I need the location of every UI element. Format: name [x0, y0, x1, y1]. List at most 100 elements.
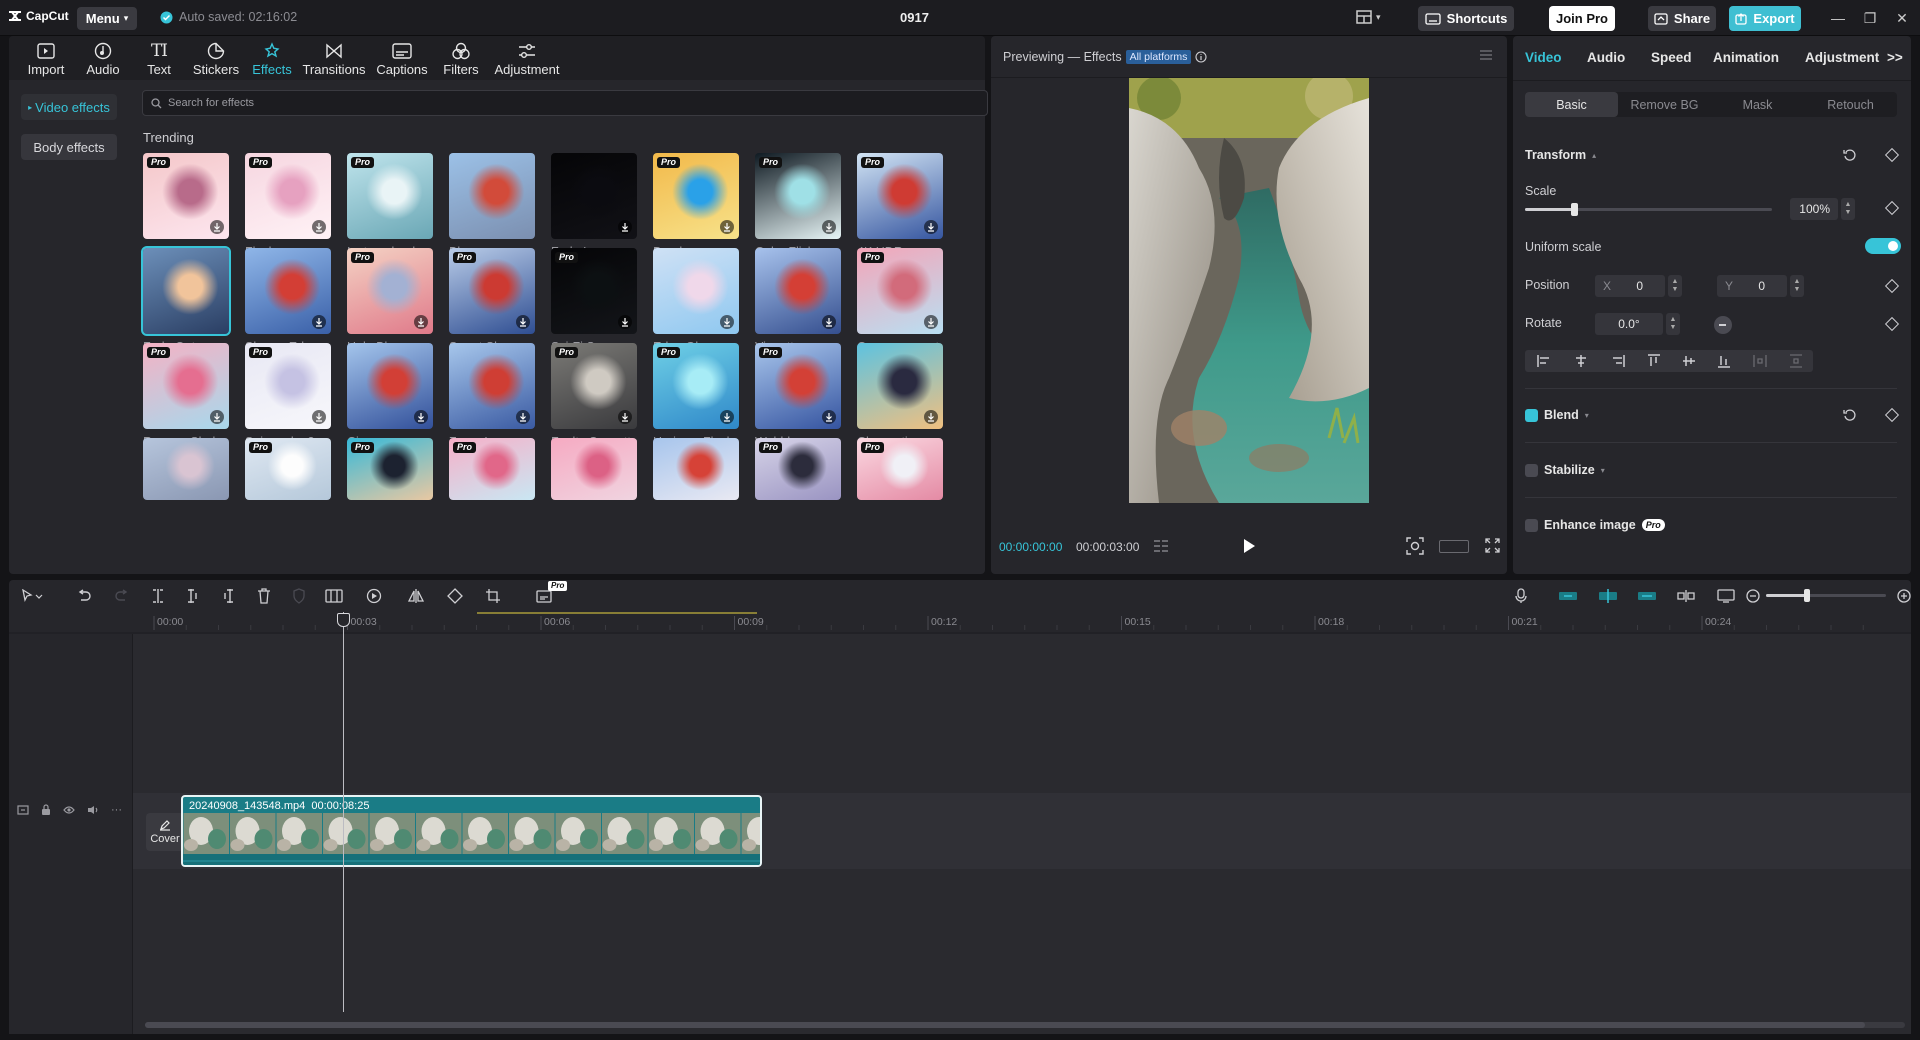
align-bottom-icon[interactable] [1717, 354, 1730, 368]
align-left-icon[interactable] [1536, 355, 1551, 367]
effect-card[interactable]: Zoom Lens [449, 343, 535, 449]
uniform-scale-toggle[interactable] [1865, 238, 1901, 254]
delete-icon[interactable] [255, 587, 273, 605]
align-top-icon[interactable] [1647, 354, 1660, 368]
preview-axis-icon[interactable] [1675, 587, 1697, 605]
effect-thumbnail[interactable]: Pro [755, 438, 841, 500]
download-icon[interactable] [924, 315, 938, 329]
effect-card[interactable]: Pro [755, 438, 841, 500]
effect-card[interactable]: ProFlash [245, 153, 331, 259]
download-icon[interactable] [720, 315, 734, 329]
blend-section[interactable]: Blend ▾ [1525, 408, 1589, 422]
effect-card[interactable]: Blur [449, 153, 535, 259]
fit-view-icon[interactable] [1406, 537, 1424, 555]
download-icon[interactable] [822, 410, 836, 424]
effect-thumbnail[interactable] [347, 343, 433, 429]
effect-thumbnail[interactable]: Pro [347, 153, 433, 239]
position-x-stepper[interactable]: ▲ ▼ [1668, 275, 1682, 297]
reset-icon[interactable] [1843, 148, 1857, 162]
aspect-ratio-button[interactable] [1439, 540, 1469, 553]
tab-adjustment[interactable]: Adjustment [1805, 50, 1879, 65]
effect-thumbnail[interactable]: Pro [347, 438, 433, 500]
subtab-remove-bg[interactable]: Remove BG [1618, 92, 1711, 117]
shield-icon[interactable] [290, 587, 308, 605]
effect-card[interactable]: ProColor Flicker [755, 153, 841, 259]
effect-thumbnail[interactable] [141, 246, 231, 336]
tool-text[interactable]: TI Text [133, 40, 185, 77]
effect-thumbnail[interactable] [551, 153, 637, 239]
tool-audio[interactable]: Audio [75, 40, 131, 77]
enhance-image-checkbox[interactable] [1525, 518, 1538, 532]
keyframe-icon[interactable] [1884, 278, 1900, 294]
download-icon[interactable] [210, 220, 224, 234]
effect-thumbnail[interactable]: Pro [245, 343, 331, 429]
effect-thumbnail[interactable] [653, 248, 739, 334]
download-icon[interactable] [822, 220, 836, 234]
effect-thumbnail[interactable]: Pro [653, 343, 739, 429]
tool-stickers[interactable]: Stickers [187, 40, 245, 77]
effect-card[interactable] [143, 438, 229, 500]
split-icon[interactable] [149, 587, 167, 605]
effect-thumbnail[interactable]: Pro [347, 248, 433, 334]
subtab-retouch[interactable]: Retouch [1804, 92, 1897, 117]
timeline-ruler[interactable] [9, 612, 1911, 634]
download-icon[interactable] [210, 410, 224, 424]
download-icon[interactable] [414, 315, 428, 329]
effect-card[interactable]: ProRepea...Shake [143, 343, 229, 449]
distribute-h-icon[interactable] [1752, 355, 1767, 367]
screen-icon[interactable] [1715, 587, 1737, 605]
sidebar-item-video-effects[interactable]: ▸ Video effects [21, 94, 117, 120]
distribute-v-icon[interactable] [1789, 354, 1802, 368]
reset-icon[interactable] [1843, 408, 1857, 422]
subtab-basic[interactable]: Basic [1525, 92, 1618, 117]
effect-card[interactable]: Fade Out [141, 246, 231, 354]
effect-thumbnail[interactable] [551, 438, 637, 500]
effect-card[interactable]: Sharp...Edges [245, 248, 331, 354]
subtab-mask[interactable]: Mask [1711, 92, 1804, 117]
stabilize-section[interactable]: Stabilize ▾ [1525, 463, 1605, 477]
download-icon[interactable] [516, 410, 530, 424]
stabilize-checkbox[interactable] [1525, 463, 1538, 477]
download-icon[interactable] [720, 220, 734, 234]
align-center-v-icon[interactable] [1682, 354, 1695, 368]
effect-card[interactable]: Edge Glow [653, 248, 739, 354]
eye-icon[interactable] [63, 805, 75, 815]
effect-thumbnail[interactable]: Pro [449, 438, 535, 500]
playhead[interactable] [343, 612, 344, 1012]
zoom-slider[interactable] [1766, 589, 1886, 602]
tool-filters[interactable]: Filters [434, 40, 488, 77]
effect-thumbnail[interactable]: Pro [143, 343, 229, 429]
download-icon[interactable] [516, 315, 530, 329]
rotate-stepper[interactable]: ▲ ▼ [1666, 313, 1680, 335]
close-icon[interactable]: ✕ [1893, 9, 1911, 27]
effect-thumbnail[interactable] [449, 343, 535, 429]
effect-thumbnail[interactable]: Pro [143, 153, 229, 239]
speaker-icon[interactable] [87, 805, 99, 815]
layout-button[interactable]: ▾ [1356, 10, 1381, 24]
search-input[interactable]: Search for effects [142, 90, 988, 116]
effect-card[interactable]: ProHalo Blur [347, 248, 433, 354]
restore-icon[interactable]: ❐ [1861, 9, 1879, 27]
player-menu-icon[interactable] [1479, 49, 1493, 61]
download-icon[interactable] [312, 315, 326, 329]
linkage-icon[interactable] [1636, 587, 1658, 605]
timeline-scrollbar[interactable] [145, 1022, 1905, 1028]
position-y-stepper[interactable]: ▲ ▼ [1790, 275, 1804, 297]
mirror-icon[interactable] [407, 587, 425, 605]
download-icon[interactable] [924, 410, 938, 424]
shortcuts-button[interactable]: Shortcuts [1418, 6, 1514, 31]
scale-value-field[interactable]: 100% [1790, 198, 1838, 220]
cover-button[interactable]: Cover [146, 813, 184, 851]
effect-thumbnail[interactable]: Pro [857, 438, 943, 500]
video-preview[interactable] [1129, 78, 1369, 503]
microphone-icon[interactable] [1512, 587, 1530, 605]
effect-card[interactable]: ProSuper... Spot [143, 153, 229, 259]
split-left-icon[interactable] [184, 587, 202, 605]
minimize-icon[interactable]: — [1829, 9, 1847, 27]
effect-card[interactable]: Chromatic [857, 343, 943, 449]
download-icon[interactable] [618, 220, 632, 234]
tool-adjustment[interactable]: Adjustment [489, 40, 565, 77]
track-toggle-icon[interactable] [17, 804, 29, 816]
download-icon[interactable] [720, 410, 734, 424]
play-button[interactable] [1242, 538, 1256, 554]
